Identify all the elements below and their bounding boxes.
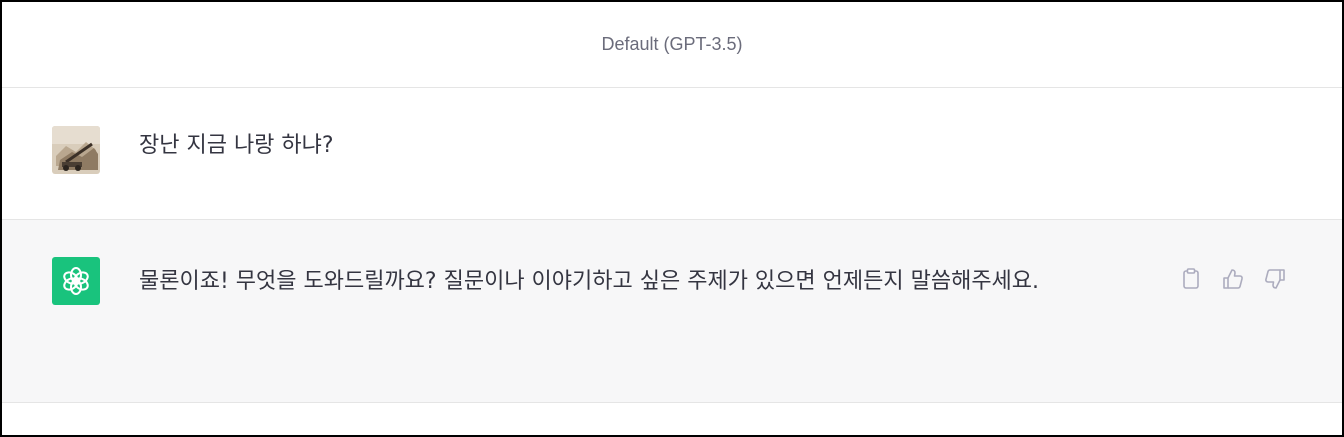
copy-icon: [1183, 268, 1199, 289]
assistant-message-text: 물론이죠! 무엇을 도와드릴까요? 질문이나 이야기하고 싶은 주제가 있으면 …: [139, 269, 1040, 294]
user-photo-avatar: [52, 126, 100, 174]
model-indicator-bar: Default (GPT-3.5): [2, 2, 1342, 88]
user-message-row: 장난 지금 나랑 하냐?: [2, 88, 1342, 220]
bottom-spacer: [2, 404, 1342, 435]
thumbs-down-button[interactable]: [1262, 266, 1288, 292]
message-actions: [1178, 266, 1288, 292]
user-message-text: 장난 지금 나랑 하냐?: [139, 133, 334, 158]
copy-button[interactable]: [1178, 266, 1204, 292]
user-avatar: [52, 126, 100, 174]
chat-window: Default (GPT-3.5) 장난 지금 나랑 하냐? 물론이죠! 무엇을…: [0, 0, 1344, 437]
openai-logo-icon: [63, 267, 89, 295]
thumbs-up-button[interactable]: [1220, 266, 1246, 292]
model-label: Default (GPT-3.5): [601, 34, 743, 54]
assistant-avatar: [52, 257, 100, 305]
thumbs-down-icon: [1265, 269, 1285, 289]
assistant-message-row: 물론이죠! 무엇을 도와드릴까요? 질문이나 이야기하고 싶은 주제가 있으면 …: [2, 220, 1342, 403]
thumbs-up-icon: [1223, 269, 1243, 289]
